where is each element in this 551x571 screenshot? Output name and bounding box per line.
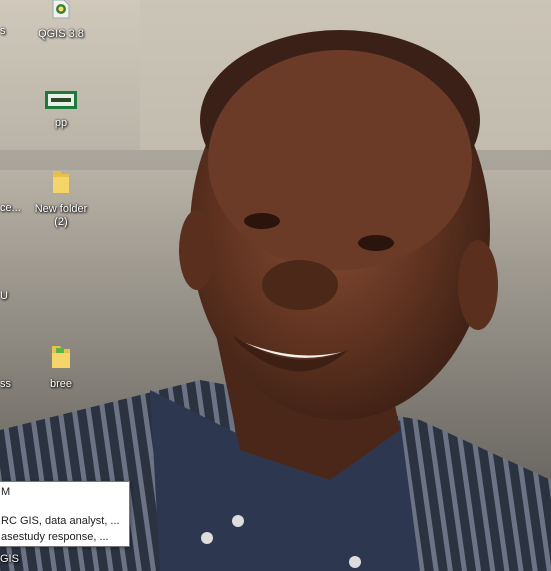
folder-icon	[29, 169, 93, 199]
desktop-icon-label: QGIS 3.8	[38, 28, 84, 40]
desktop-label-cut-4[interactable]: ss	[0, 378, 11, 391]
desktop-tooltip: M RC GIS, data analyst, ... asestudy res…	[0, 481, 130, 547]
image-file-icon	[29, 91, 93, 113]
tooltip-line-2: RC GIS, data analyst, ...	[1, 515, 120, 527]
desktop-icon-label: pp	[54, 117, 68, 129]
desktop-label-cut-3[interactable]: U	[0, 290, 8, 303]
folder-icon	[29, 344, 93, 374]
desktop-icon-qgis[interactable]: QGIS 3.8	[29, 0, 93, 41]
desktop-label-cut-5[interactable]: GIS	[0, 553, 19, 566]
desktop-icon-label: New folder (2)	[34, 203, 88, 228]
desktop-label-cut-2[interactable]: ce...	[0, 202, 21, 215]
desktop-background: s ce... U ss GIS QGIS 3.8 pp New folder …	[0, 0, 551, 571]
desktop-icon-label: bree	[49, 378, 73, 390]
desktop-icon-bree[interactable]: bree	[29, 344, 93, 391]
desktop-icon-new-folder-2[interactable]: New folder (2)	[29, 169, 93, 229]
tooltip-line-3: asestudy response, ...	[1, 531, 109, 543]
desktop-icon-pp[interactable]: pp	[29, 91, 93, 130]
qgis-icon	[29, 0, 93, 24]
tooltip-line-1: M	[1, 486, 11, 498]
desktop-label-cut-1[interactable]: s	[0, 25, 6, 38]
